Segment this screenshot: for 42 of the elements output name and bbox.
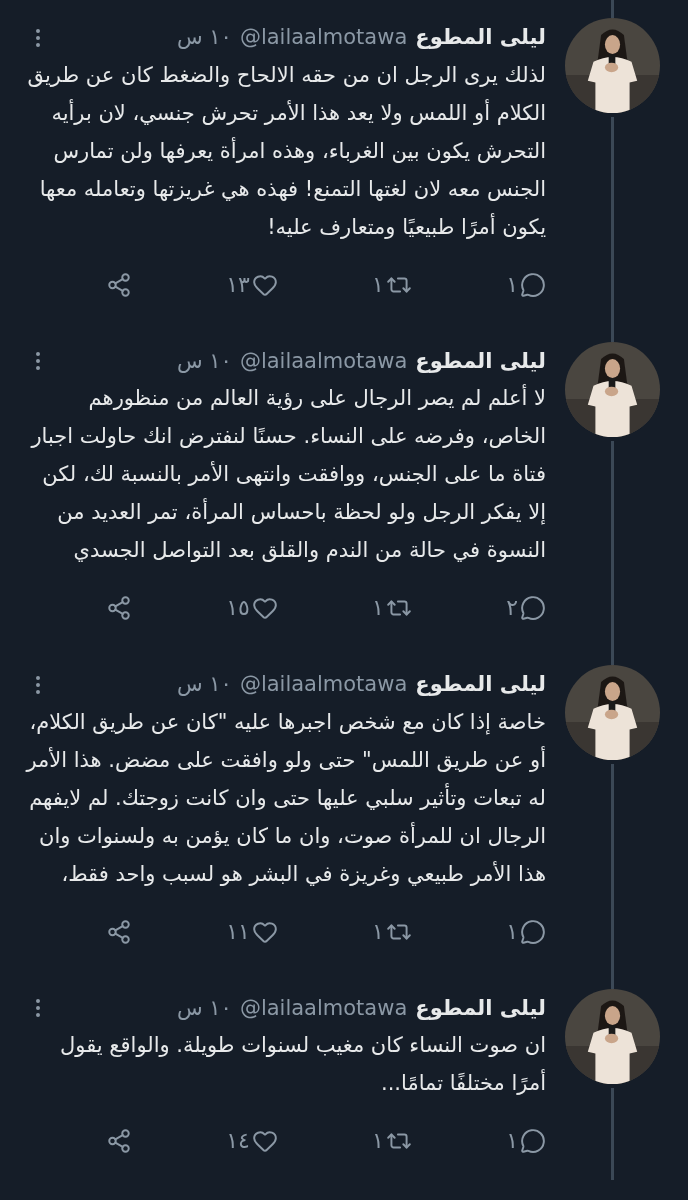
retweet-button[interactable]: ١ <box>372 595 412 621</box>
tweet-time: ١٠ س <box>177 671 232 698</box>
tweet-time: ١٠ س <box>177 994 232 1022</box>
share-button[interactable] <box>106 271 132 298</box>
retweet-button[interactable]: ١ <box>372 1128 412 1154</box>
author-handle[interactable]: @lailaalmotawa <box>239 345 408 377</box>
tweet-text: ان صوت النساء كان مغيب لسنوات طويلة. والواقع يقول أمرًا مختلفًا تمامًا... <box>59 1032 546 1097</box>
tweet-text: لذلك يرى الرجل ان من حقه الالحاح والضغط كان عن طريق الكلام أو اللمس ولا يعد هذا الأمر تحرش جنسي، لان برأيه التحرش يكون بين الغرباء، وهذه امرأة يعرفها ولن تمارس الجنس معه لان لغتها التمنع! فهذه هي غريزتها وتعامله معها يكون أمرًا طبيعيًا ومتعارف عليه! <box>26 61 546 241</box>
share-button[interactable] <box>106 1128 132 1154</box>
share-button[interactable] <box>106 918 132 945</box>
tweet-time: ١٠ س <box>177 347 232 375</box>
heart-icon <box>251 1128 278 1154</box>
share-button[interactable] <box>106 595 132 621</box>
tweet-text: خاصة إذا كان مع شخص اجبرها عليه "كان عن طريق الكلام، أو عن طريق اللمس" حتى ولو وافقت على مضض. هذا الأمر له تبعات وتأثير سلبي عليها حتى وان كانت زوجتك. لم لايفهم الرجال ان للمرأة صوت، وان ما كان يؤمن به ولسنوات وان هذا الأمر طبيعي وغريزة في البشر هو لسبب واحد فقط، <box>26 708 546 888</box>
author-handle[interactable]: @lailaalmotawa <box>239 992 408 1024</box>
like-button[interactable]: ١٣ <box>226 271 278 298</box>
author-name[interactable]: ليلى المطوع <box>415 345 546 377</box>
tweet-time: ١٠ س <box>177 24 232 51</box>
share-icon <box>106 271 132 298</box>
author-name[interactable]: ليلى المطوع <box>415 22 546 54</box>
like-button[interactable]: ١١ <box>226 918 278 945</box>
reply-button[interactable]: ١ <box>506 918 546 945</box>
retweet-button[interactable]: ١ <box>372 271 412 298</box>
share-icon <box>106 595 132 621</box>
retweet-button[interactable]: ١ <box>372 918 412 945</box>
author-name[interactable]: ليلى المطوع <box>415 992 546 1024</box>
author-handle[interactable]: @lailaalmotawa <box>239 669 408 701</box>
tweet-text: لا أعلم لم يصر الرجال على رؤية العالم من منظورهم الخاص، وفرضه على النساء. حسنًا لنفترض انك حاولت اجبار فتاة ما على الجنس، ووافقت وانتهى الأمر بالنسبة لك، لكن إلا يفكر الرجل ولو لحظة باحساس المرأة، تمر العديد من النسوة في حالة من الندم والقلق بعد التواصل الجسدي <box>29 383 546 564</box>
reply-button[interactable]: ١ <box>506 1128 546 1154</box>
like-button[interactable]: ١٤ <box>226 1128 278 1154</box>
like-button[interactable]: ١٥ <box>226 595 278 621</box>
author-name[interactable]: ليلى المطوع <box>415 669 546 701</box>
speech-bubble-icon <box>520 595 546 621</box>
share-icon <box>106 918 132 945</box>
share-icon <box>106 1128 132 1154</box>
speech-bubble-icon <box>520 918 546 945</box>
reply-button[interactable]: ٢ <box>506 595 546 621</box>
speech-bubble-icon <box>520 271 546 298</box>
reply-button[interactable]: ١ <box>506 271 546 298</box>
author-handle[interactable]: @lailaalmotawa <box>239 22 408 54</box>
heart-icon <box>251 595 278 621</box>
speech-bubble-icon <box>520 1128 546 1154</box>
